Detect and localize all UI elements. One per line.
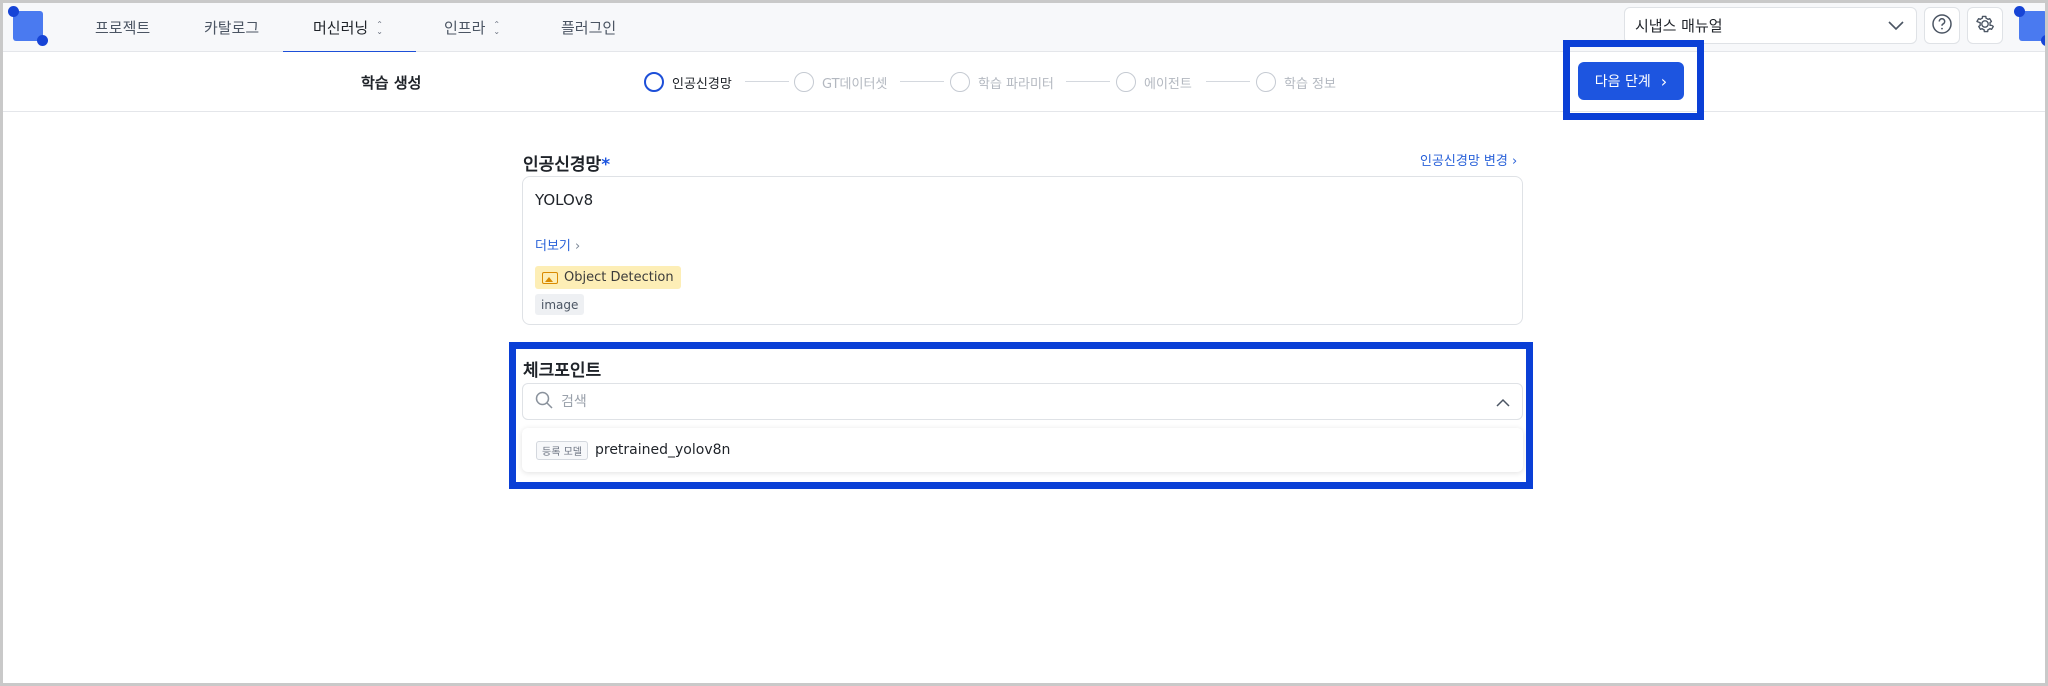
nav-item-infra[interactable]: 인프라 ⌃ ⌄ [444, 3, 500, 52]
checkpoint-dropdown: 등록 모델 pretrained_yolov8n [522, 428, 1523, 472]
chevron-up-icon[interactable] [1496, 392, 1510, 411]
change-network-link[interactable]: 인공신경망 변경 › [1420, 150, 1517, 169]
nav-item-label: 카탈로그 [204, 19, 260, 37]
registered-model-tag: 등록 모델 [536, 440, 588, 460]
nav-item-label: 플러그인 [561, 19, 617, 37]
model-card: YOLOv8 더보기 › Object Detection image [522, 176, 1523, 325]
nav-item-plugin[interactable]: 플러그인 [561, 3, 616, 52]
more-link-label: 더보기 [535, 239, 571, 254]
checkpoint-option[interactable]: 등록 모델 pretrained_yolov8n [522, 428, 1523, 472]
subheader: 학습 생성 인공신경망 GT데이터셋 학습 파라미터 에이전트 학습 정보 [3, 52, 2045, 112]
help-icon [1931, 13, 1953, 39]
search-icon [535, 391, 553, 413]
image-icon [542, 271, 558, 284]
manual-select[interactable]: 시냅스 매뉴얼 [1624, 7, 1917, 44]
more-link[interactable]: 더보기 › [535, 235, 580, 254]
chevron-right-icon: › [575, 239, 581, 254]
step-circle-icon [1256, 72, 1276, 92]
change-network-label: 인공신경망 변경 [1420, 154, 1508, 169]
step-circle-icon [644, 72, 664, 92]
nav-item-label: 인프라 [444, 19, 486, 37]
type-badge: image [535, 294, 585, 315]
logo-icon[interactable] [8, 6, 48, 46]
step-label: 학습 파라미터 [978, 76, 1054, 92]
step-training-parameters[interactable]: 학습 파라미터 [950, 52, 1054, 112]
step-label: 학습 정보 [1284, 76, 1336, 92]
nav-item-catalog[interactable]: 카탈로그 [204, 3, 259, 52]
network-label-text: 인공신경망 [523, 155, 602, 175]
step-connector [1206, 81, 1250, 82]
step-connector [745, 81, 789, 82]
step-training-info[interactable]: 학습 정보 [1256, 52, 1336, 112]
checkpoint-search[interactable] [522, 383, 1523, 420]
page-title: 학습 생성 [361, 73, 422, 92]
step-connector [1066, 81, 1110, 82]
step-circle-icon [950, 72, 970, 92]
step-agent[interactable]: 에이전트 [1116, 52, 1192, 112]
search-input[interactable] [561, 393, 1496, 410]
task-badge: Object Detection [535, 266, 681, 289]
step-label: 에이전트 [1144, 76, 1192, 92]
help-button[interactable] [1924, 7, 1960, 44]
required-mark: * [601, 155, 611, 175]
step-circle-icon [794, 72, 814, 92]
step-neural-network[interactable]: 인공신경망 [644, 52, 732, 112]
network-section-label: 인공신경망* [523, 150, 610, 175]
updown-chevron-icon: ⌃ ⌄ [376, 19, 383, 36]
step-label: 인공신경망 [672, 76, 732, 92]
updown-chevron-icon: ⌃ ⌄ [493, 19, 501, 36]
checkpoint-section-label: 체크포인트 [523, 361, 602, 381]
chevron-right-icon: › [1660, 71, 1668, 91]
model-name: YOLOv8 [535, 191, 594, 209]
nav-item-label: 프로젝트 [95, 19, 151, 37]
checkpoint-option-name: pretrained_yolov8n [594, 442, 731, 458]
nav-item-label: 머신러닝 [313, 19, 369, 37]
step-circle-icon [1116, 72, 1136, 92]
gear-icon [1974, 13, 1996, 39]
chevron-down-icon [1888, 17, 1904, 35]
settings-button[interactable] [1967, 7, 2003, 44]
nav-item-project[interactable]: 프로젝트 [95, 3, 150, 52]
nav-item-machine-learning[interactable]: 머신러닝 ⌃ ⌄ [283, 3, 416, 53]
step-connector [900, 81, 944, 82]
step-label: GT데이터셋 [822, 76, 888, 92]
next-step-button[interactable]: 다음 단계 › [1578, 62, 1684, 100]
chevron-right-icon: › [1512, 154, 1518, 169]
avatar[interactable] [2014, 6, 2048, 46]
step-gt-dataset[interactable]: GT데이터셋 [794, 52, 887, 112]
task-badge-label: Object Detection [564, 270, 674, 285]
manual-select-value: 시냅스 매뉴얼 [1635, 17, 1723, 35]
top-navigation: 프로젝트 카탈로그 머신러닝 ⌃ ⌄ 인프라 ⌃ ⌄ 플러그인 시냅스 매뉴얼 [3, 3, 2048, 53]
next-step-label: 다음 단계 [1594, 74, 1651, 90]
